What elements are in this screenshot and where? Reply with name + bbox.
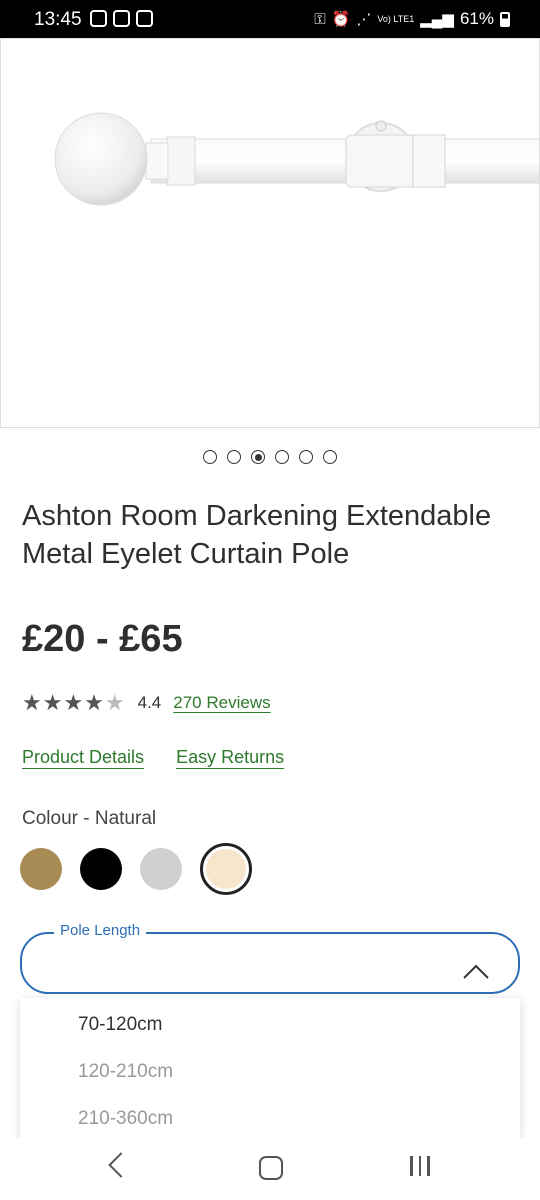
- option-120-210[interactable]: 120-210cm: [78, 1061, 173, 1083]
- recent-apps-icon[interactable]: [410, 1156, 430, 1176]
- pole-length-dropdown: 70-120cm 120-210cm 210-360cm: [20, 998, 520, 1138]
- product-title: Ashton Room Darkening Extendable Metal E…: [22, 500, 492, 570]
- instagram-icon: [90, 10, 107, 27]
- messages-icon: [136, 10, 153, 27]
- rating-row: ★★★★★ 4.4 270 Reviews: [22, 690, 271, 716]
- gallery-icon: [113, 10, 130, 27]
- battery-percent: 61%: [459, 9, 494, 28]
- vpn-key-icon: ⚿: [314, 10, 326, 28]
- carousel-dot[interactable]: [203, 450, 217, 464]
- colour-label: Colour - Natural: [22, 808, 157, 829]
- status-time: 13:45: [34, 9, 82, 30]
- home-icon[interactable]: [259, 1156, 283, 1180]
- option-70-120[interactable]: 70-120cm: [78, 1014, 163, 1036]
- network-label: Vo) LTE1: [377, 13, 415, 24]
- reviews-link[interactable]: 270 Reviews: [173, 693, 270, 713]
- info-links: Product Details Easy Returns: [22, 747, 284, 768]
- chevron-up-icon: [463, 964, 489, 979]
- curtain-pole-image: [54, 112, 540, 206]
- wifi-icon: ⋰: [356, 11, 372, 28]
- swatch-silver[interactable]: [140, 848, 182, 890]
- swatch-natural-selected[interactable]: [200, 843, 252, 895]
- colour-swatches: [20, 843, 252, 895]
- product-image[interactable]: [0, 38, 540, 428]
- pole-length-label: Pole Length: [54, 922, 147, 939]
- star-rating: ★★★★★: [22, 690, 126, 715]
- carousel-dots: [0, 450, 540, 464]
- product-price: £20 - £65: [22, 618, 183, 660]
- battery-icon: [500, 11, 510, 27]
- swatch-brass[interactable]: [20, 848, 62, 890]
- rating-value: 4.4: [137, 693, 162, 712]
- system-nav-bar: [0, 1138, 540, 1200]
- alarm-icon: ⏰: [331, 11, 351, 28]
- status-bar: 13:45 ⚿ ⏰ ⋰ Vo) LTE1 ▂▄▆ 61%: [0, 0, 540, 38]
- carousel-dot[interactable]: [227, 450, 241, 464]
- easy-returns-link[interactable]: Easy Returns: [176, 747, 284, 768]
- swatch-black[interactable]: [80, 848, 122, 890]
- system-icons: ⚿ ⏰ ⋰ Vo) LTE1 ▂▄▆ 61%: [314, 9, 510, 29]
- option-210-360[interactable]: 210-360cm: [78, 1108, 173, 1130]
- signal-icon: ▂▄▆: [420, 11, 454, 28]
- carousel-dot[interactable]: [275, 450, 289, 464]
- carousel-dot-active[interactable]: [251, 450, 265, 464]
- back-icon[interactable]: [108, 1152, 134, 1178]
- product-details-link[interactable]: Product Details: [22, 747, 144, 768]
- swatch-natural-fill: [206, 849, 246, 889]
- carousel-dot[interactable]: [323, 450, 337, 464]
- carousel-dot[interactable]: [299, 450, 313, 464]
- pole-length-select[interactable]: Pole Length: [20, 922, 520, 994]
- notification-icons: [90, 10, 153, 27]
